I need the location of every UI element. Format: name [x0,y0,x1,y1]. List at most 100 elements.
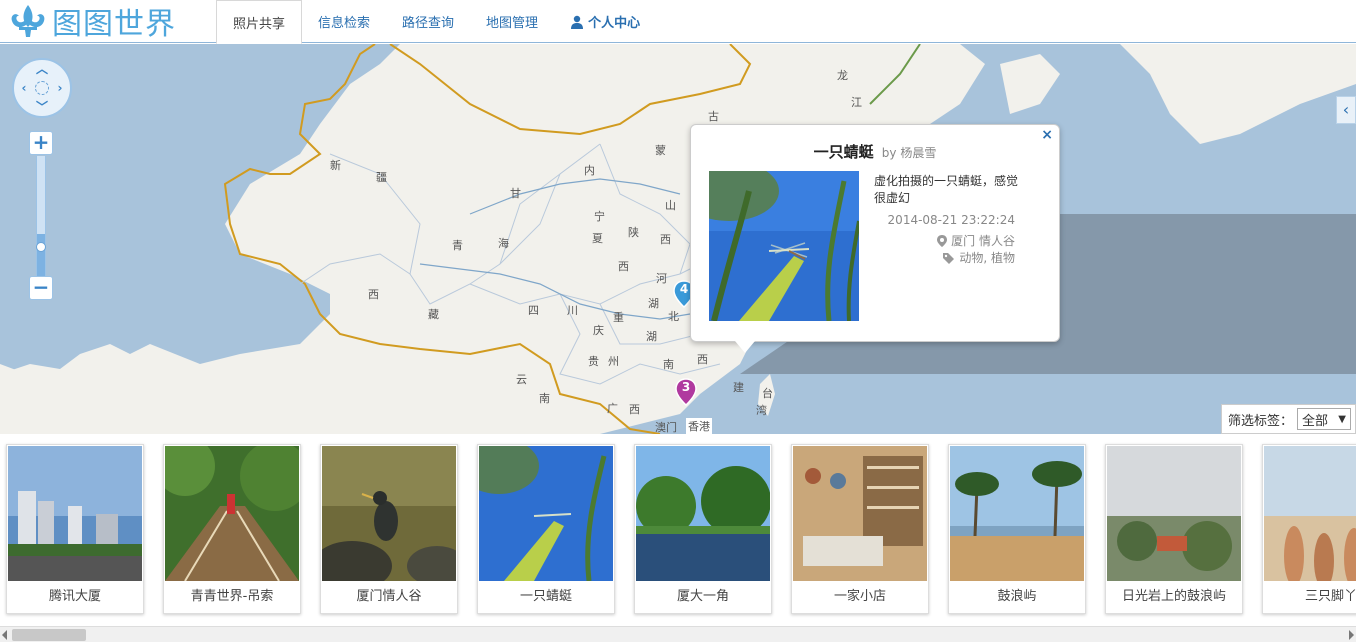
tag-filter-value: 全部 [1302,413,1329,429]
gulangyu-beach-photo [950,446,1084,581]
thumbnail-image [1264,446,1356,581]
three-feet-photo [1264,446,1356,581]
pan-left-icon[interactable]: ‹ [17,81,31,95]
zoom-slider[interactable] [36,156,46,276]
nav-map-manage[interactable]: 地图管理 [470,0,554,43]
photo-popup: × 一只蜻蜓 by 杨晨雪 虚化拍摄的一只蜻蜓，感觉很虚幻 2014-08-21… [690,124,1060,353]
photo-thumbnail[interactable]: 厦门情人谷 [320,444,458,614]
map-label: 州 [608,355,619,368]
thumbnail-image [950,446,1084,581]
dragonfly-photo [479,446,613,581]
fleur-de-lis-icon [11,5,45,37]
zoom-in-button[interactable]: + [29,131,53,155]
thumbnail-caption: 腾讯大厦 [48,589,101,604]
photo-thumbnail[interactable]: 一家小店 [791,444,929,614]
map-label: 贵 [588,355,599,368]
map-label: 青 [452,239,463,252]
pan-down-icon[interactable]: ﹀ [35,100,49,114]
logo[interactable]: 图图世界 [8,3,176,42]
horizontal-scrollbar[interactable] [0,626,1356,642]
small-shop-photo [793,446,927,581]
photo-timestamp: 2014-08-21 23:22:24 [887,213,1015,227]
map-marker-cluster[interactable]: 3 [675,378,697,407]
map-label: 广 [607,402,618,415]
popup-title: 一只蜻蜓 by 杨晨雪 [691,141,1059,162]
map-label: 龙 [837,69,848,82]
photo-thumbnail[interactable]: 鼓浪屿 [948,444,1086,614]
nav-label: 路径查询 [402,16,455,31]
nav-route-query[interactable]: 路径查询 [386,0,470,43]
map-label: 古 [708,110,719,123]
photo-thumbnail[interactable]: 厦大一角 [634,444,772,614]
map-label: 台 [762,387,773,400]
photo-tags: 动物, 植物 [943,249,1015,266]
photo-thumbnail[interactable]: 三只脚丫 [1262,444,1356,614]
photo-tags-text: 动物, 植物 [959,251,1015,265]
map-label: 香港 [686,418,712,434]
scrollbar-thumb[interactable] [12,629,86,641]
thumbnail-image [636,446,770,581]
photo-thumbnail[interactable]: 一只蜻蜓 [477,444,615,614]
nav-label: 地图管理 [486,16,539,31]
thumbnail-caption: 日光岩上的鼓浪屿 [1121,589,1226,604]
dragonfly-photo [709,171,859,321]
thumbnail-image [479,446,613,581]
thumbnail-caption: 鼓浪屿 [997,589,1037,604]
marker-count: 3 [681,380,691,394]
photo-thumbnail[interactable]: 青青世界-吊索 [163,444,301,614]
map-label: 宁 [594,210,605,223]
map-label: 山 [665,199,676,212]
city-building-photo [8,446,142,581]
popup-photo[interactable] [709,171,859,321]
map-label: 西 [368,288,379,301]
scroll-right-icon[interactable] [1349,630,1354,640]
map-label: 建 [733,381,744,394]
thumbnail-image [322,446,456,581]
nav-photo-share[interactable]: 照片共享 [216,0,303,44]
map-label: 海 [498,237,509,250]
tag-filter-label: 筛选标签： [1227,413,1293,429]
map-label: 新 [330,159,341,172]
map-label: 疆 [376,171,387,184]
rope-bridge-photo [165,446,299,581]
zoom-out-button[interactable]: − [29,276,53,300]
thumbnail-caption: 厦门情人谷 [356,589,422,604]
tag-filter-select[interactable]: 全部 ▼ [1297,408,1351,430]
location-pin-icon [937,234,948,247]
popup-tail [735,341,755,353]
tags-icon [943,252,955,264]
pan-control[interactable]: ︿ ﹀ ‹ › [12,58,72,118]
nav-user-center[interactable]: 个人中心 [554,0,656,43]
map-label: 西 [618,260,629,273]
photo-title: 一只蜻蜓 [813,143,874,161]
nav-info-search[interactable]: 信息检索 [302,0,386,43]
photo-thumbnail[interactable]: 腾讯大厦 [6,444,144,614]
map-label: 内 [584,164,595,177]
panel-toggle-chevron-icon[interactable]: ‹ [1336,96,1356,124]
map-view[interactable]: 新 疆 甘 青 海 西 藏 宁 夏 陕 西 山 西 河 四 川 重 庆 贵 州 … [0,44,1356,434]
zoom-handle[interactable] [36,242,46,252]
logo-text: 图图世界 [52,7,176,42]
top-header: 图图世界 照片共享 信息检索 路径查询 地图管理 个人中心 [0,0,1356,44]
scroll-left-icon[interactable] [2,630,7,640]
map-label: 南 [539,392,550,405]
photo-description: 虚化拍摄的一只蜻蜓，感觉很虚幻 [874,174,1019,205]
pan-up-icon[interactable]: ︿ [35,62,49,76]
map-label: 庆 [593,324,604,337]
nav-label: 个人中心 [588,16,641,31]
thumbnail-image [793,446,927,581]
photo-location: 厦门 情人谷 [937,232,1015,249]
map-label: 澳门 [655,421,677,434]
map-label: 蒙 [655,144,666,157]
thumbnail-image [1107,446,1241,581]
main-nav: 照片共享 信息检索 路径查询 地图管理 个人中心 [216,0,656,44]
map-label: 甘 [510,187,521,200]
photo-thumbnail[interactable]: 日光岩上的鼓浪屿 [1105,444,1243,614]
pan-center-icon[interactable] [35,81,49,95]
zoom-level-fill [37,234,45,276]
map-label: 西 [697,353,708,366]
map-label: 西 [629,403,640,416]
photo-location-text: 厦门 情人谷 [951,234,1015,248]
map-label: 湖 [646,330,657,343]
pan-right-icon[interactable]: › [53,81,67,95]
